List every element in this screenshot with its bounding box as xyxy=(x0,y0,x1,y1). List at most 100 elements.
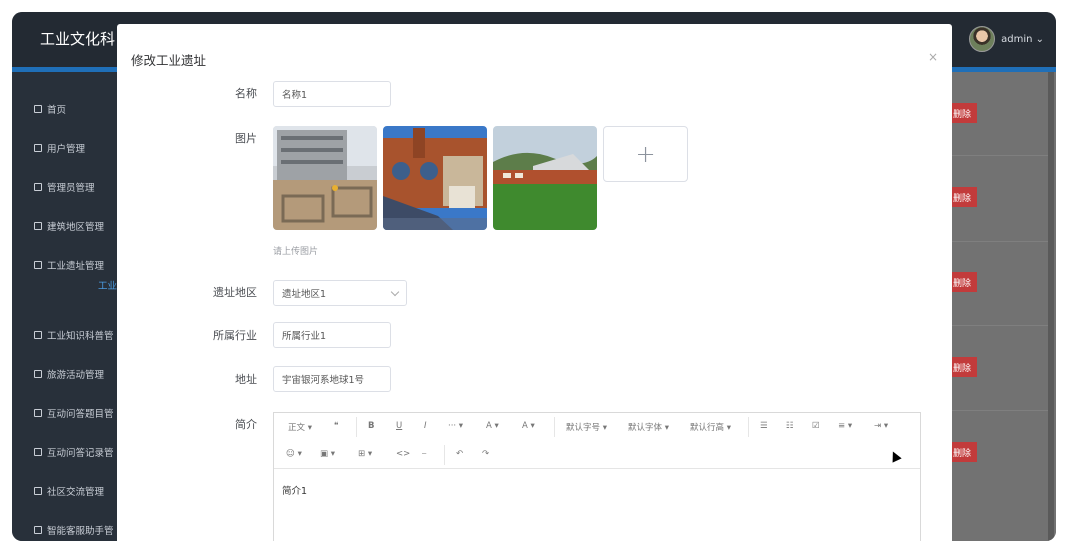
industry-input[interactable]: 所属行业1 xyxy=(273,322,391,348)
sidebar-item-regions[interactable]: 建筑地区管理 xyxy=(34,219,104,233)
todo-icon[interactable]: ☑ xyxy=(812,421,820,431)
sidebar-item-label: 互动问答题目管 xyxy=(47,409,114,420)
editor-toolbar: 正文 ▾ ❝ B U I ··· ▾ A ▾ A ▾ 默认字号 ▾ 默认字体 ▾… xyxy=(274,413,920,469)
sidebar-item-quiz[interactable]: 互动问答题目管 xyxy=(34,406,114,420)
dialog-title: 修改工业遗址 xyxy=(131,53,207,68)
name-input[interactable]: 名称1 xyxy=(273,81,391,107)
delete-button[interactable]: 删除 xyxy=(951,442,977,462)
edit-site-dialog: 修改工业遗址 × 名称 名称1 图片 + 请上传图片 遗址地区 遗址地区1 所属… xyxy=(117,24,952,541)
background-color-dropdown[interactable]: A ▾ xyxy=(522,421,535,431)
scrollbar[interactable] xyxy=(1048,72,1054,541)
redo-icon[interactable]: ↷ xyxy=(482,449,489,459)
sidebar-item-assistant[interactable]: 智能客服助手管 xyxy=(34,523,114,537)
user-icon xyxy=(34,144,42,152)
sidebar-item-knowledge[interactable]: 工业知识科普管 xyxy=(34,328,114,342)
image-insert-dropdown[interactable]: ▣ ▾ xyxy=(320,449,335,459)
indent-dropdown[interactable]: ⇥ ▾ xyxy=(874,421,888,431)
italic-icon[interactable]: I xyxy=(424,421,427,431)
toolbar-divider xyxy=(748,417,749,437)
emoji-dropdown[interactable]: ☺ ▾ xyxy=(286,449,302,459)
app-title: 工业文化科 xyxy=(40,30,116,48)
table-row-divider xyxy=(949,155,1049,156)
region-label: 遗址地区 xyxy=(213,286,257,299)
numbered-list-icon[interactable]: ☷ xyxy=(786,421,794,431)
grid-icon xyxy=(34,448,42,456)
table-row-divider xyxy=(949,410,1049,411)
delete-button[interactable]: 删除 xyxy=(951,357,977,377)
construction-site-photo xyxy=(273,126,377,230)
editor-content[interactable]: 简介1 xyxy=(282,483,307,497)
close-icon[interactable]: × xyxy=(928,50,938,64)
delete-button[interactable]: 删除 xyxy=(951,187,977,207)
brick-building-photo xyxy=(383,126,487,230)
sidebar-item-label: 工业遗址管理 xyxy=(47,261,105,272)
address-label: 地址 xyxy=(235,373,257,386)
site-image-thumb-3[interactable] xyxy=(493,126,597,230)
content-area xyxy=(949,72,1056,541)
toolbar-divider xyxy=(356,417,357,437)
divider-icon[interactable]: ⎯ xyxy=(422,449,426,459)
delete-button[interactable]: 删除 xyxy=(951,272,977,292)
sidebar-item-label: 社区交流管理 xyxy=(47,487,105,498)
image-upload-hint: 请上传图片 xyxy=(273,247,319,257)
quote-icon[interactable]: ❝ xyxy=(334,421,339,431)
chat-icon xyxy=(34,487,42,495)
underline-icon[interactable]: U xyxy=(396,421,402,431)
address-input[interactable]: 宇宙银河系地球1号 xyxy=(273,366,391,392)
delete-button[interactable]: 删除 xyxy=(951,103,977,123)
user-name[interactable]: admin ⌄ xyxy=(1001,34,1044,45)
sidebar-item-label: 互动问答记录管 xyxy=(47,448,114,459)
image-label: 图片 xyxy=(235,132,257,145)
more-styles-dropdown[interactable]: ··· ▾ xyxy=(448,421,463,431)
rich-text-editor[interactable]: 正文 ▾ ❝ B U I ··· ▾ A ▾ A ▾ 默认字号 ▾ 默认字体 ▾… xyxy=(273,412,921,541)
user-menu[interactable]: admin ⌄ xyxy=(969,26,1044,52)
line-height-dropdown[interactable]: 默认行高 ▾ xyxy=(690,421,731,433)
sidebar-item-label: 智能客服助手管 xyxy=(47,526,114,537)
sidebar-item-sites[interactable]: 工业遗址管理 xyxy=(34,258,104,272)
sidebar-item-admins[interactable]: 管理员管理 xyxy=(34,180,95,194)
bullet-list-icon[interactable]: ☰ xyxy=(760,421,768,431)
chevron-down-icon xyxy=(390,287,400,297)
bold-icon[interactable]: B xyxy=(368,421,374,431)
sidebar-item-tourism[interactable]: 旅游活动管理 xyxy=(34,367,104,381)
undo-icon[interactable]: ↶ xyxy=(456,449,463,459)
building-icon xyxy=(34,222,42,230)
museum-landscape-photo xyxy=(493,126,597,230)
sidebar-item-label: 用户管理 xyxy=(47,144,86,155)
table-insert-dropdown[interactable]: ⊞ ▾ xyxy=(358,449,372,459)
intro-label: 简介 xyxy=(235,418,257,431)
sidebar-item-label: 工业知识科普管 xyxy=(47,331,114,342)
table-row-divider xyxy=(949,325,1049,326)
factory-icon xyxy=(34,261,42,269)
font-family-dropdown[interactable]: 默认字体 ▾ xyxy=(628,421,669,433)
sidebar-item-quiz-records[interactable]: 互动问答记录管 xyxy=(34,445,114,459)
toolbar-divider xyxy=(444,445,445,465)
grid-icon xyxy=(34,409,42,417)
site-image-thumb-1[interactable] xyxy=(273,126,377,230)
sidebar-item-home[interactable]: 首页 xyxy=(34,102,66,116)
sidebar-item-label: 首页 xyxy=(47,105,67,116)
font-color-dropdown[interactable]: A ▾ xyxy=(486,421,499,431)
sidebar-item-label: 旅游活动管理 xyxy=(47,370,105,381)
sidebar-item-label: 管理员管理 xyxy=(47,183,95,194)
region-select-value: 遗址地区1 xyxy=(282,289,327,300)
paragraph-format-dropdown[interactable]: 正文 ▾ xyxy=(288,421,312,433)
upload-image-button[interactable]: + xyxy=(603,126,688,182)
book-icon xyxy=(34,331,42,339)
align-dropdown[interactable]: ≡ ▾ xyxy=(838,421,852,431)
table-row-divider xyxy=(949,241,1049,242)
industry-label: 所属行业 xyxy=(213,329,257,342)
user-icon xyxy=(34,183,42,191)
flag-icon xyxy=(34,370,42,378)
sidebar-item-users[interactable]: 用户管理 xyxy=(34,141,85,155)
sidebar-item-community[interactable]: 社区交流管理 xyxy=(34,484,104,498)
site-image-thumb-2[interactable] xyxy=(383,126,487,230)
avatar[interactable] xyxy=(969,26,996,52)
code-icon[interactable]: <> xyxy=(396,449,410,459)
sidebar-subitem-active[interactable]: 工业 xyxy=(98,278,117,292)
region-select[interactable]: 遗址地区1 xyxy=(273,280,407,306)
sidebar-item-label: 建筑地区管理 xyxy=(47,222,105,233)
sidebar: 首页 用户管理 管理员管理 建筑地区管理 工业遗址管理 工业知识科普管 旅游活动… xyxy=(12,72,117,541)
home-icon xyxy=(34,105,42,113)
font-size-dropdown[interactable]: 默认字号 ▾ xyxy=(566,421,607,433)
